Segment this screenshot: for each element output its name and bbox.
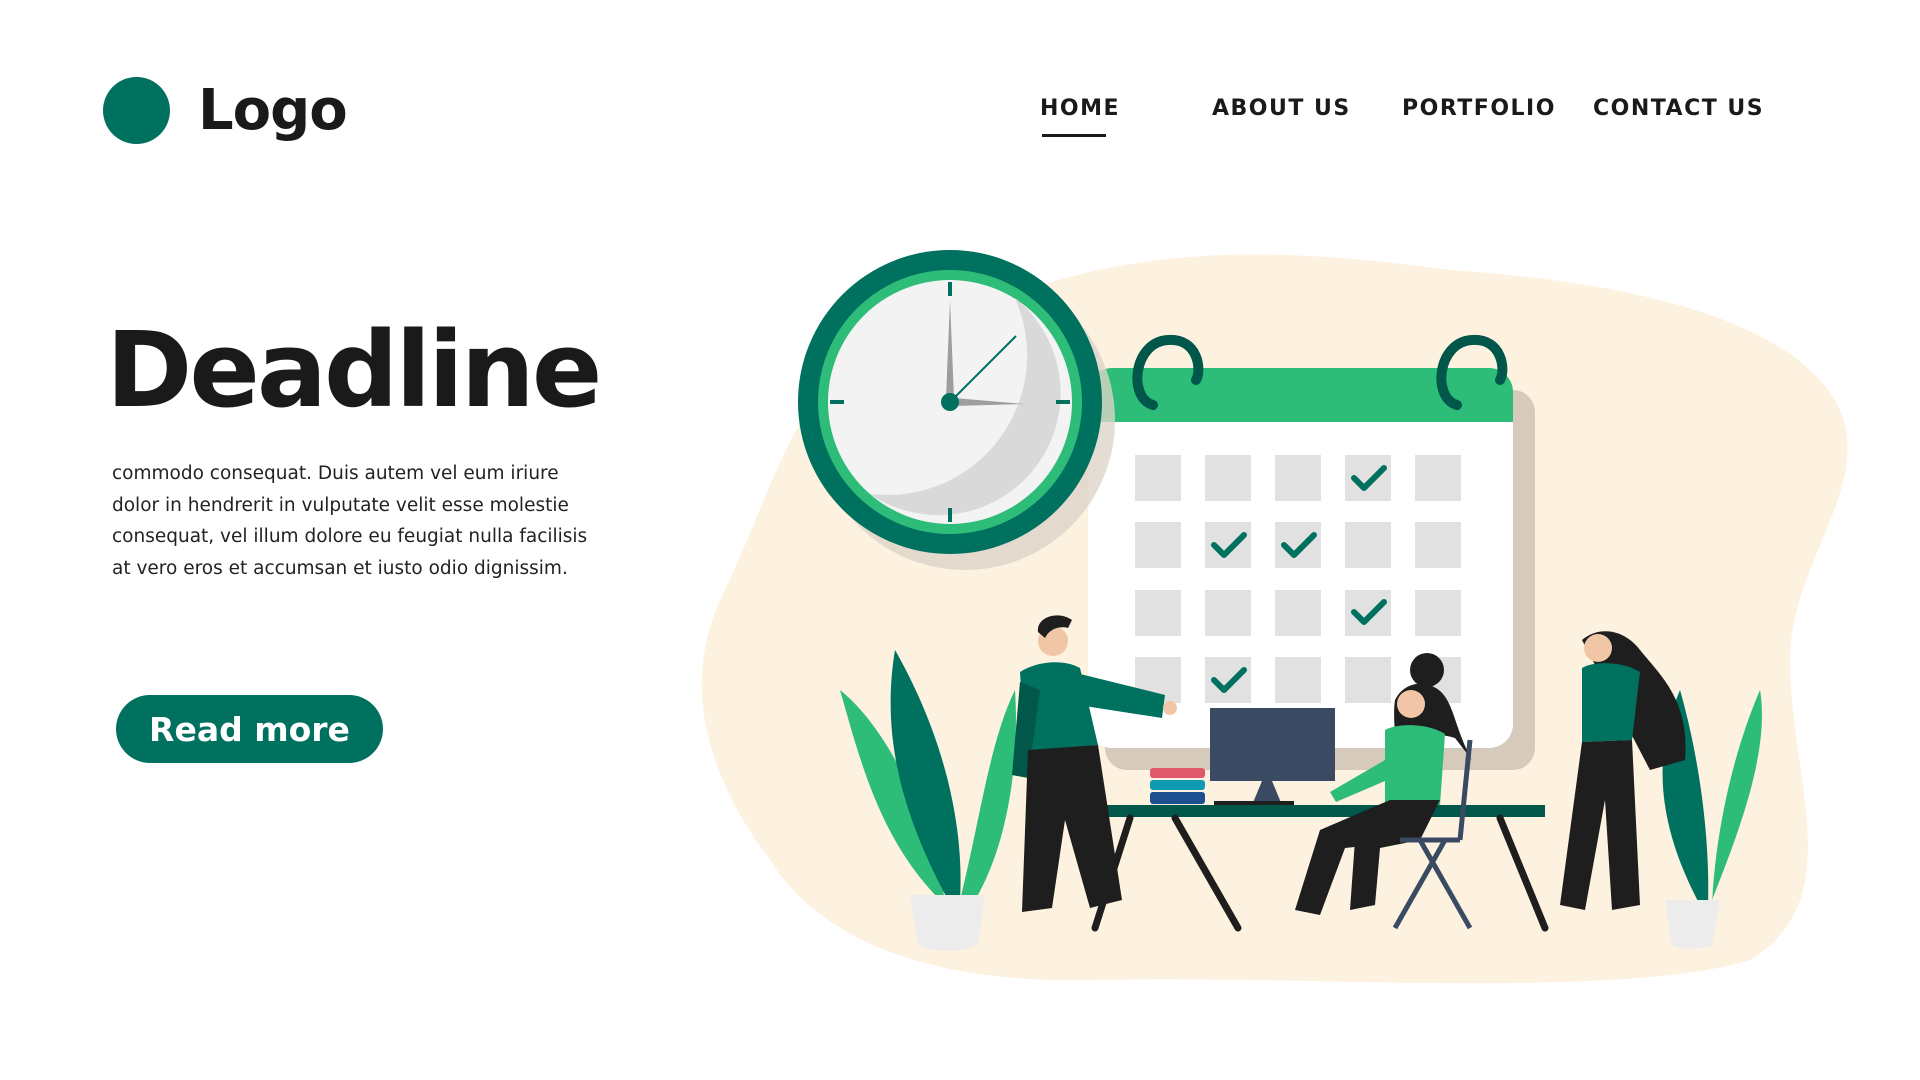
- nav-contact-us[interactable]: CONTACT US: [1593, 96, 1764, 121]
- hero-description-line: consequat, vel illum dolore eu feugiat n…: [112, 526, 588, 547]
- nav-active-underline: [1042, 134, 1106, 137]
- nav-about-us[interactable]: ABOUT US: [1212, 96, 1351, 121]
- hero-title: Deadline: [106, 309, 602, 431]
- hero-description: commodo consequat. Duis autem vel eum ir…: [112, 458, 632, 584]
- logo-circle-icon: [103, 77, 170, 144]
- logo-text: Logo: [198, 78, 348, 143]
- logo[interactable]: Logo: [103, 77, 348, 144]
- nav-portfolio[interactable]: PORTFOLIO: [1402, 96, 1556, 121]
- hero-description-line: dolor in hendrerit in vulputate velit es…: [112, 494, 569, 516]
- book-stack-icon: [1150, 768, 1205, 804]
- hero-description-line: commodo consequat. Duis autem vel eum ir…: [112, 463, 559, 484]
- nav-home[interactable]: HOME: [1040, 96, 1120, 121]
- read-more-button[interactable]: Read more: [116, 695, 383, 763]
- hero-description-line: at vero eros et accumsan et iusto odio d…: [112, 557, 568, 579]
- deadline-illustration: [701, 250, 1848, 984]
